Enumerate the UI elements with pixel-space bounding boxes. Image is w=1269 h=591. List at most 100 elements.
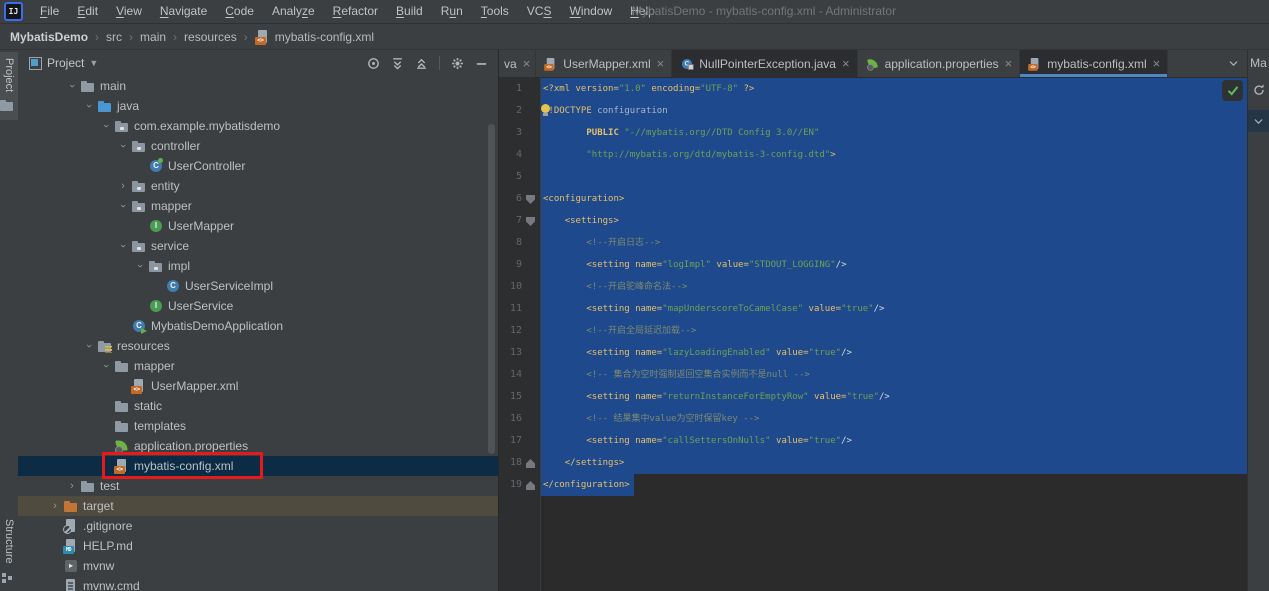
tree-item-application-properties[interactable]: application.properties xyxy=(18,436,498,456)
code-line-7[interactable]: <settings> xyxy=(541,210,1248,232)
menu-edit[interactable]: Edit xyxy=(68,0,107,23)
tree-item-static[interactable]: static xyxy=(18,396,498,416)
code-line-16[interactable]: <!-- 结果集中value为空时保留key --> xyxy=(541,408,1248,430)
chevron-expanded-icon[interactable]: › xyxy=(100,358,112,374)
tree-item-usermapper-xml[interactable]: <>UserMapper.xml xyxy=(18,376,498,396)
tree-item-usercontroller[interactable]: CUserController xyxy=(18,156,498,176)
tree-item-templates[interactable]: templates xyxy=(18,416,498,436)
chevron-down-icon[interactable]: ▼ xyxy=(89,58,98,68)
tree-item-mybatisdemoapplication[interactable]: CMybatisDemoApplication xyxy=(18,316,498,336)
chevron-expanded-icon[interactable]: › xyxy=(83,98,95,114)
tree-item-main[interactable]: ›main xyxy=(18,76,498,96)
menu-view[interactable]: View xyxy=(107,0,151,23)
tree-item-com-example-mybatisdemo[interactable]: ›com.example.mybatisdemo xyxy=(18,116,498,136)
code-line-15[interactable]: <setting name="returnInstanceForEmptyRow… xyxy=(541,386,1248,408)
tree-item-mapper[interactable]: ›mapper xyxy=(18,356,498,376)
tab-nullpointerexception-java[interactable]: CNullPointerException.java× xyxy=(672,50,857,77)
menu-code[interactable]: Code xyxy=(216,0,263,23)
fold-marker-icon[interactable] xyxy=(526,195,535,204)
close-icon[interactable]: × xyxy=(842,57,850,70)
code-line-3[interactable]: PUBLIC "-//mybatis.org//DTD Config 3.0//… xyxy=(541,122,1248,144)
maven-tab-fragment[interactable]: Ma xyxy=(1250,56,1267,70)
code-line-13[interactable]: <setting name="lazyLoadingEnabled" value… xyxy=(541,342,1248,364)
code-line-8[interactable]: <!--开启日志--> xyxy=(541,232,1248,254)
menu-file[interactable]: File xyxy=(31,0,68,23)
menu-navigate[interactable]: Navigate xyxy=(151,0,216,23)
tree-item-resources[interactable]: ›resources xyxy=(18,336,498,356)
menu-vcs[interactable]: VCS xyxy=(518,0,561,23)
menu-refactor[interactable]: Refactor xyxy=(324,0,387,23)
chevron-expanded-icon[interactable]: › xyxy=(117,138,129,154)
tree-item-controller[interactable]: ›controller xyxy=(18,136,498,156)
breadcrumb-resources[interactable]: resources xyxy=(184,30,237,44)
stripe-tab-project[interactable]: Project xyxy=(0,52,18,120)
chevron-expanded-icon[interactable]: › xyxy=(117,238,129,254)
code-line-4[interactable]: "http://mybatis.org/dtd/mybatis-3-config… xyxy=(541,144,1248,166)
tree-item-mvnw[interactable]: ▸mvnw xyxy=(18,556,498,576)
tab-usermapper-xml[interactable]: <>UserMapper.xml× xyxy=(536,50,672,77)
inspection-status-ok[interactable] xyxy=(1222,80,1243,101)
chevron-expanded-icon[interactable]: › xyxy=(100,118,112,134)
tree-item-userservice[interactable]: IUserService xyxy=(18,296,498,316)
refresh-icon[interactable] xyxy=(1252,83,1266,102)
tab-mybatis-config-xml[interactable]: <>mybatis-config.xml× xyxy=(1020,50,1168,77)
code-line-1[interactable]: <?xml version="1.0" encoding="UTF-8" ?> xyxy=(541,78,1248,100)
code-line-9[interactable]: <setting name="logImpl" value="STDOUT_LO… xyxy=(541,254,1248,276)
chevron-collapsed-icon[interactable]: › xyxy=(64,480,80,492)
menu-tools[interactable]: Tools xyxy=(472,0,518,23)
code-line-12[interactable]: <!--开启全局延迟加载--> xyxy=(541,320,1248,342)
tab-application-properties[interactable]: application.properties× xyxy=(858,50,1021,77)
tree-item-mvnw-cmd[interactable]: mvnw.cmd xyxy=(18,576,498,591)
fold-marker-icon[interactable] xyxy=(526,217,535,226)
tree-item-mapper[interactable]: ›mapper xyxy=(18,196,498,216)
menu-build[interactable]: Build xyxy=(387,0,432,23)
tree-item-userserviceimpl[interactable]: CUserServiceImpl xyxy=(18,276,498,296)
breadcrumb-main[interactable]: main xyxy=(140,30,166,44)
code-line-2[interactable]: <!DOCTYPE configuration xyxy=(541,100,1248,122)
tree-item-gitignore[interactable]: .gitignore xyxy=(18,516,498,536)
tree-item-entity[interactable]: ›entity xyxy=(18,176,498,196)
code-line-19[interactable]: </configuration> xyxy=(541,474,1248,496)
breadcrumb-src[interactable]: src xyxy=(106,30,122,44)
code-line-11[interactable]: <setting name="mapUnderscoreToCamelCase"… xyxy=(541,298,1248,320)
code-line-10[interactable]: <!--开启驼峰命名法--> xyxy=(541,276,1248,298)
menu-analyze[interactable]: Analyze xyxy=(263,0,324,23)
project-panel-title[interactable]: Project xyxy=(47,56,84,70)
close-icon[interactable]: × xyxy=(1005,57,1013,70)
code-viewport[interactable]: <?xml version="1.0" encoding="UTF-8" ?><… xyxy=(541,78,1248,591)
tree-item-test[interactable]: ›test xyxy=(18,476,498,496)
hide-button[interactable] xyxy=(473,55,490,72)
tree-item-service[interactable]: ›service xyxy=(18,236,498,256)
chevron-expanded-icon[interactable]: › xyxy=(134,258,146,274)
close-icon[interactable]: × xyxy=(1153,57,1161,70)
stripe-tab-structure[interactable]: Structure xyxy=(0,519,18,585)
chevron-down-icon[interactable] xyxy=(1248,110,1269,132)
chevron-expanded-icon[interactable]: › xyxy=(83,338,95,354)
breadcrumb-mybatis-config-xml[interactable]: <>mybatis-config.xml xyxy=(255,29,374,45)
settings-button[interactable] xyxy=(449,55,466,72)
fold-marker-icon[interactable] xyxy=(526,459,535,468)
code-line-6[interactable]: <configuration> xyxy=(541,188,1248,210)
close-icon[interactable]: × xyxy=(657,57,665,70)
expand-all-button[interactable] xyxy=(389,55,406,72)
collapse-all-button[interactable] xyxy=(413,55,430,72)
code-line-5[interactable] xyxy=(541,166,1248,188)
tree-item-usermapper[interactable]: IUserMapper xyxy=(18,216,498,236)
tab-va[interactable]: va× xyxy=(499,50,536,77)
code-line-18[interactable]: </settings> xyxy=(541,452,1248,474)
chevron-expanded-icon[interactable]: › xyxy=(117,198,129,214)
chevron-collapsed-icon[interactable]: › xyxy=(47,500,63,512)
fold-marker-icon[interactable] xyxy=(526,481,535,490)
tree-item-java[interactable]: ›java xyxy=(18,96,498,116)
chevron-collapsed-icon[interactable]: › xyxy=(115,180,131,192)
chevron-expanded-icon[interactable]: › xyxy=(66,78,78,94)
menu-window[interactable]: Window xyxy=(560,0,621,23)
tree-scrollbar[interactable] xyxy=(488,124,495,454)
menu-run[interactable]: Run xyxy=(432,0,472,23)
tree-item-impl[interactable]: ›impl xyxy=(18,256,498,276)
locate-button[interactable] xyxy=(365,55,382,72)
tree-item-target[interactable]: ›target xyxy=(18,496,498,516)
hidden-tabs-button[interactable] xyxy=(1218,50,1248,77)
code-line-14[interactable]: <!-- 集合为空时强制返回空集合实例而不是null --> xyxy=(541,364,1248,386)
breadcrumb-mybatisdemo[interactable]: MybatisDemo xyxy=(10,30,88,44)
